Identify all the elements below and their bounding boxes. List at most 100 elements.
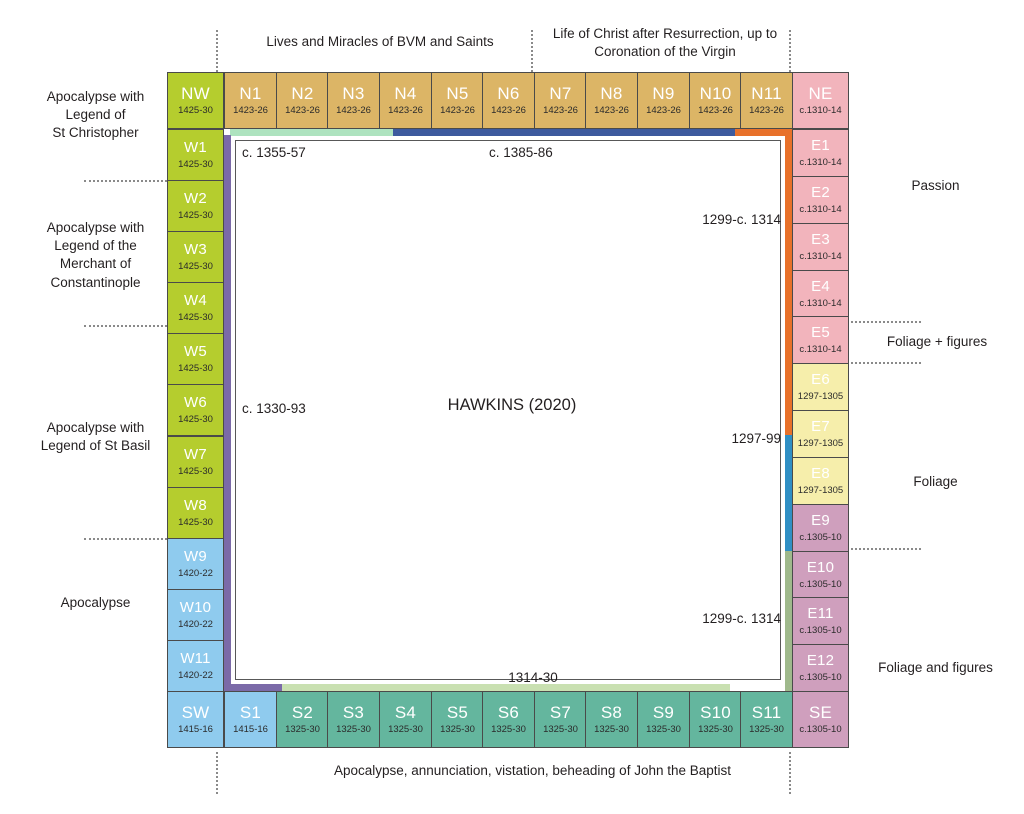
cell-e11-date: c.1305-10 [799, 624, 842, 636]
cell-e12-label: E12 [806, 652, 835, 670]
cell-n11[interactable]: N11 1423-26 [740, 72, 793, 129]
cell-w8[interactable]: W8 1425-30 [167, 487, 224, 539]
cell-s5-date: 1325-30 [440, 724, 475, 736]
cell-s7[interactable]: S7 1325-30 [534, 691, 587, 748]
cell-n4-label: N4 [394, 83, 417, 103]
cell-w5[interactable]: W5 1425-30 [167, 333, 224, 385]
cell-e9-date: c.1305-10 [799, 531, 842, 543]
cloister-diagram: NW 1425-30 N1 1423-26 N2 1423-26 N3 1423-26 N4 14… [0, 0, 1024, 814]
cell-n1[interactable]: N1 1423-26 [224, 72, 277, 129]
cell-e9-label: E9 [811, 512, 830, 530]
cell-n2[interactable]: N2 1423-26 [276, 72, 329, 129]
cell-s3-date: 1325-30 [336, 724, 371, 736]
caption-east-1: Passion [911, 178, 960, 193]
cell-e3-label: E3 [811, 231, 830, 249]
cell-e7-label: E7 [811, 418, 830, 436]
cell-n9-date: 1423-26 [646, 105, 681, 117]
cell-n1-label: N1 [239, 83, 262, 103]
cell-n4[interactable]: N4 1423-26 [379, 72, 432, 129]
cell-n7[interactable]: N7 1423-26 [534, 72, 587, 129]
cell-w6[interactable]: W6 1425-30 [167, 384, 224, 436]
cell-ne-date: c.1310-14 [799, 105, 842, 117]
cell-w10-label: W10 [179, 599, 212, 617]
cell-e8[interactable]: E8 1297-1305 [792, 457, 849, 505]
cell-n5[interactable]: N5 1423-26 [431, 72, 484, 129]
cell-n3[interactable]: N3 1423-26 [327, 72, 380, 129]
cell-e11[interactable]: E11 c.1305-10 [792, 597, 849, 645]
cell-e12[interactable]: E12 c.1305-10 [792, 644, 849, 692]
cell-ne[interactable]: NE c.1310-14 [792, 72, 849, 129]
cell-s3[interactable]: S3 1325-30 [327, 691, 380, 748]
cell-s10[interactable]: S10 1325-30 [689, 691, 742, 748]
cell-w8-date: 1425-30 [178, 516, 213, 528]
cell-e3[interactable]: E3 c.1310-14 [792, 223, 849, 271]
cell-s9[interactable]: S9 1325-30 [637, 691, 690, 748]
cell-nw-date: 1425-30 [178, 105, 213, 117]
cell-s1[interactable]: S1 1415-16 [224, 691, 277, 748]
cell-w3[interactable]: W3 1425-30 [167, 231, 224, 283]
cell-s8-label: S8 [600, 702, 623, 722]
cell-s4[interactable]: S4 1325-30 [379, 691, 432, 748]
cell-s2-date: 1325-30 [285, 724, 320, 736]
cell-s6-date: 1325-30 [491, 724, 526, 736]
cell-e4[interactable]: E4 c.1310-14 [792, 270, 849, 318]
cell-n11-date: 1423-26 [749, 105, 784, 117]
cell-n9[interactable]: N9 1423-26 [637, 72, 690, 129]
cell-sw[interactable]: SW 1415-16 [167, 691, 224, 748]
cell-e10-label: E10 [806, 559, 835, 577]
cell-n5-date: 1423-26 [440, 105, 475, 117]
cell-s6[interactable]: S6 1325-30 [482, 691, 535, 748]
cell-e5[interactable]: E5 c.1310-14 [792, 316, 849, 364]
cell-se[interactable]: SE c.1305-10 [792, 691, 849, 748]
cell-w2-date: 1425-30 [178, 209, 213, 221]
cell-w4[interactable]: W4 1425-30 [167, 282, 224, 334]
strip-east-orange [785, 135, 792, 435]
cell-n8[interactable]: N8 1423-26 [585, 72, 638, 129]
caption-south: Apocalypse, annunciation, vistation, beh… [333, 763, 732, 778]
cell-n10-date: 1423-26 [698, 105, 733, 117]
cell-e10[interactable]: E10 c.1305-10 [792, 551, 849, 599]
cell-e8-date: 1297-1305 [797, 484, 844, 496]
leader-north-2 [531, 30, 533, 72]
leader-east-2 [851, 362, 921, 364]
cell-w6-label: W6 [184, 394, 207, 412]
cell-w11-label: W11 [180, 650, 211, 668]
cell-s2[interactable]: S2 1325-30 [276, 691, 329, 748]
cell-e7-date: 1297-1305 [797, 437, 844, 449]
cell-n11-label: N11 [751, 83, 782, 103]
cell-s5[interactable]: S5 1325-30 [431, 691, 484, 748]
cell-e6[interactable]: E6 1297-1305 [792, 363, 849, 411]
cell-n6[interactable]: N6 1423-26 [482, 72, 535, 129]
date-label-n: c. 1385-86 [489, 145, 553, 160]
cell-w7[interactable]: W7 1425-30 [167, 436, 224, 488]
cell-e9[interactable]: E9 c.1305-10 [792, 504, 849, 552]
cell-s4-label: S4 [394, 702, 417, 722]
cell-w9-label: W9 [184, 548, 207, 566]
caption-north-east: Life of Christ after Resurrection, up to… [552, 26, 778, 60]
date-label-se: 1299-c. 1314 [702, 611, 781, 626]
cell-w9[interactable]: W9 1420-22 [167, 538, 224, 590]
cell-nw[interactable]: NW 1425-30 [167, 72, 224, 129]
cell-e5-date: c.1310-14 [799, 343, 842, 355]
cell-w2[interactable]: W2 1425-30 [167, 180, 224, 232]
cell-w11[interactable]: W11 1420-22 [167, 640, 224, 692]
cell-w2-label: W2 [184, 190, 207, 208]
cell-e1[interactable]: E1 c.1310-14 [792, 129, 849, 177]
cell-w10[interactable]: W10 1420-22 [167, 589, 224, 641]
cell-n7-label: N7 [549, 83, 572, 103]
cell-s8[interactable]: S8 1325-30 [585, 691, 638, 748]
cell-nw-label: NW [181, 83, 210, 103]
cell-se-label: SE [808, 702, 833, 722]
cell-e2[interactable]: E2 c.1310-14 [792, 176, 849, 224]
cell-w1[interactable]: W1 1425-30 [167, 129, 224, 181]
leader-south-1 [216, 752, 218, 794]
cell-s11[interactable]: S11 1325-30 [740, 691, 793, 748]
leader-north-3 [789, 30, 791, 72]
cell-n10[interactable]: N10 1423-26 [689, 72, 742, 129]
cell-w3-date: 1425-30 [178, 260, 213, 272]
cell-e7[interactable]: E7 1297-1305 [792, 410, 849, 458]
cell-w5-label: W5 [184, 343, 207, 361]
cell-s8-date: 1325-30 [594, 724, 629, 736]
cell-s10-label: S10 [700, 702, 731, 722]
strip-west-purple [224, 135, 231, 691]
